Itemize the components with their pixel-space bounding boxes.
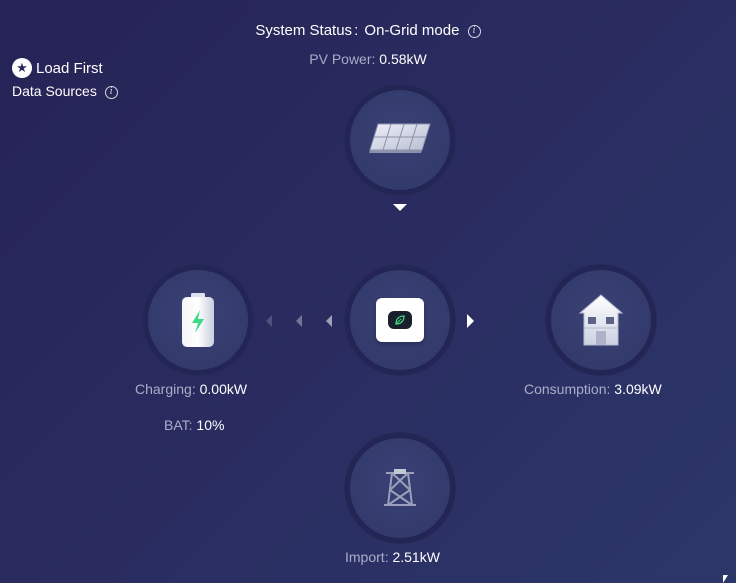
battery-icon bbox=[182, 293, 214, 347]
load-first-label: Load First bbox=[36, 59, 103, 77]
consumption-node-inner bbox=[551, 270, 651, 370]
charging-readout: Charging: 0.00kW bbox=[135, 381, 247, 397]
flow-arrow-left bbox=[266, 315, 272, 327]
load-first-mode[interactable]: ★ Load First bbox=[12, 58, 103, 78]
charging-value: 0.00kW bbox=[199, 381, 248, 397]
system-status-value: On-Grid mode bbox=[364, 22, 460, 39]
flow-arrow-down bbox=[393, 204, 407, 211]
system-status-label: System Status bbox=[255, 22, 353, 39]
house-icon bbox=[578, 294, 624, 346]
battery-node[interactable] bbox=[142, 264, 254, 376]
import-label: Import bbox=[345, 549, 385, 565]
cursor-icon bbox=[723, 575, 728, 583]
import-readout: Import: 2.51kW bbox=[345, 549, 440, 565]
consumption-label: Consumption bbox=[524, 381, 607, 397]
info-icon[interactable]: i bbox=[104, 86, 118, 99]
inverter-node[interactable] bbox=[344, 264, 456, 376]
flow-arrow-left bbox=[326, 315, 332, 327]
import-value: 2.51kW bbox=[392, 549, 440, 565]
system-status: System Status: On-Grid mode i bbox=[0, 22, 736, 39]
inverter-icon bbox=[376, 298, 424, 342]
star-icon: ★ bbox=[12, 58, 32, 78]
flow-arrow-right bbox=[467, 314, 474, 328]
bat-value: 10% bbox=[196, 417, 225, 433]
separator: : bbox=[188, 417, 193, 433]
battery-level-readout: BAT: 10% bbox=[164, 417, 224, 433]
separator: : bbox=[384, 549, 389, 565]
charging-label: Charging bbox=[135, 381, 192, 397]
separator: : bbox=[191, 381, 196, 397]
pv-power-value: 0.58kW bbox=[379, 51, 427, 67]
consumption-value: 3.09kW bbox=[614, 381, 662, 397]
bat-label: BAT bbox=[164, 417, 189, 433]
grid-node[interactable] bbox=[344, 432, 456, 544]
data-sources-label: Data Sources bbox=[12, 83, 97, 99]
pv-power: PV Power: 0.58kW bbox=[0, 51, 736, 67]
battery-node-inner bbox=[148, 270, 248, 370]
separator: : bbox=[354, 22, 359, 39]
separator: : bbox=[371, 51, 376, 67]
pv-power-label: PV Power bbox=[309, 51, 372, 67]
solar-node-inner bbox=[350, 90, 450, 190]
separator: : bbox=[606, 381, 611, 397]
inverter-screen bbox=[388, 311, 412, 329]
grid-node-inner bbox=[350, 438, 450, 538]
flow-arrow-left bbox=[296, 315, 302, 327]
power-tower-icon bbox=[384, 469, 416, 506]
consumption-readout: Consumption: 3.09kW bbox=[524, 381, 662, 397]
info-icon[interactable]: i bbox=[467, 25, 481, 38]
solar-node[interactable] bbox=[344, 84, 456, 196]
solar-panel-icon bbox=[369, 123, 431, 153]
inverter-node-inner bbox=[350, 270, 450, 370]
leaf-icon bbox=[395, 315, 405, 325]
data-sources-link[interactable]: Data Sources i bbox=[12, 83, 118, 99]
consumption-node[interactable] bbox=[545, 264, 657, 376]
